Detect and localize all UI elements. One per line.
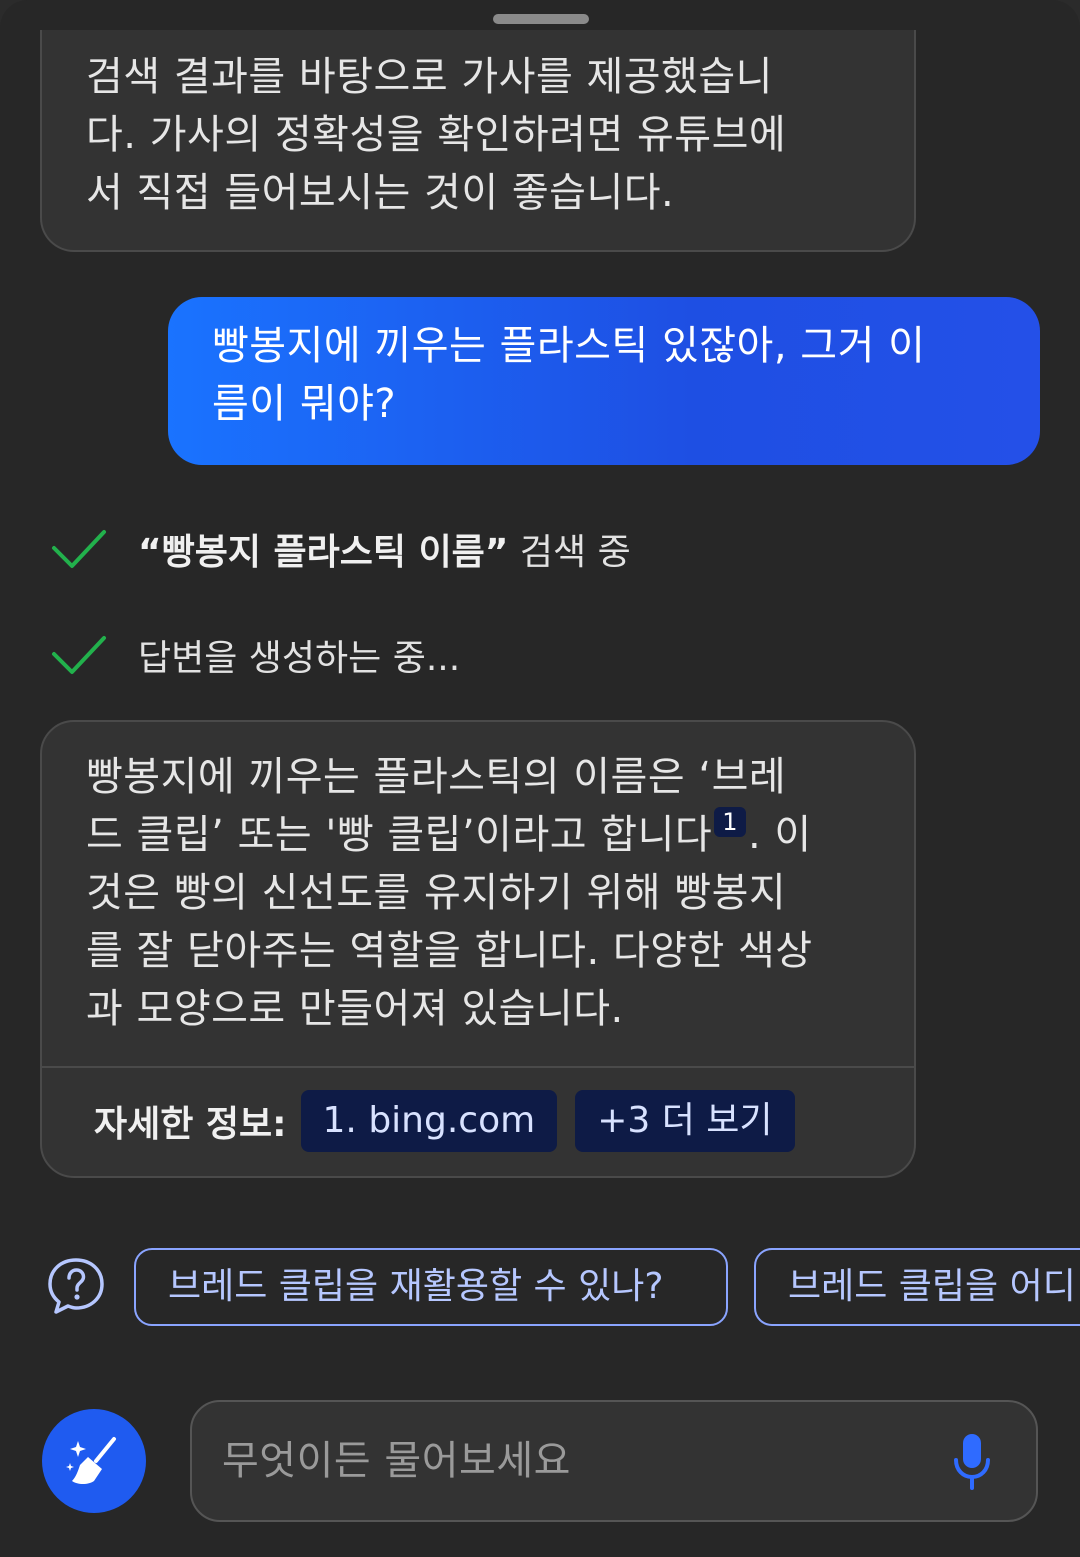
message-line: 서 직접 들어보시는 것이 좋습니다. [86, 170, 675, 216]
check-icon [52, 530, 106, 568]
search-query: “빵봉지 플라스틱 이름” [138, 532, 509, 573]
divider [42, 1066, 914, 1068]
search-status: “빵봉지 플라스틱 이름” 검색 중 [50, 524, 631, 574]
new-topic-button[interactable] [42, 1409, 146, 1513]
bot-answer-message: 빵봉지에 끼우는 플라스틱의 이름은 ‘브레 드 클립’ 또는 '빵 클립’이라… [40, 720, 916, 1178]
message-line: 빵봉지에 끼우는 플라스틱의 이름은 ‘브레 [86, 754, 787, 800]
check-icon [52, 636, 106, 674]
message-line: 다. 가사의 정확성을 확인하려면 유튜브에 [86, 112, 787, 158]
message-line: 과 모양으로 만들어져 있습니다. [86, 986, 624, 1032]
sources-label: 자세한 정보: [94, 1104, 287, 1145]
source-link-bing[interactable]: 1. bing.com [300, 1090, 558, 1152]
broom-sparkle-icon [66, 1437, 116, 1484]
message-line: 빵봉지에 끼우는 플라스틱 있잖아, 그거 이 [212, 323, 926, 369]
user-message: 빵봉지에 끼우는 플라스틱 있잖아, 그거 이 름이 뭐야? [168, 297, 1040, 465]
message-line: 것은 빵의 신선도를 유지하기 위해 빵봉지 [86, 870, 787, 916]
drag-handle[interactable] [493, 14, 589, 24]
message-text: 드 클립’ 또는 '빵 클립’이라고 합니다 [86, 812, 713, 858]
message-line: 드 클립’ 또는 '빵 클립’이라고 합니다 1. 이 [86, 806, 870, 864]
chat-sheet: 검색 결과를 바탕으로 가사를 제공했습니 다. 가사의 정확성을 확인하려면 … [0, 0, 1080, 1557]
suggestion-chip[interactable]: 브레드 클립을 어디 [754, 1248, 1080, 1326]
question-bubble-icon [48, 1258, 104, 1314]
previous-bot-message: 검색 결과를 바탕으로 가사를 제공했습니 다. 가사의 정확성을 확인하려면 … [40, 30, 916, 252]
message-line: 검색 결과를 바탕으로 가사를 제공했습니 [86, 54, 773, 100]
more-sources-button[interactable]: +3 더 보기 [575, 1090, 795, 1152]
message-line: 름이 뭐야? [212, 381, 397, 427]
chat-input-placeholder[interactable]: 무엇이든 물어보세요 [222, 1402, 571, 1520]
generating-status: 답변을 생성하는 중... [50, 630, 460, 680]
search-status-text: 검색 중 [508, 532, 631, 573]
citation-badge[interactable]: 1 [714, 807, 746, 837]
suggestion-chip[interactable]: 브레드 클립을 재활용할 수 있나? [134, 1248, 728, 1326]
answer-body: 빵봉지에 끼우는 플라스틱의 이름은 ‘브레 드 클립’ 또는 '빵 클립’이라… [42, 722, 914, 1064]
message-text: . 이 [747, 812, 812, 858]
microphone-icon[interactable] [952, 1432, 992, 1492]
chat-input-box[interactable]: 무엇이든 물어보세요 [190, 1400, 1038, 1522]
generating-text: 답변을 생성하는 중... [138, 638, 461, 679]
sources-row: 자세한 정보: 1. bing.com +3 더 보기 [94, 1090, 813, 1152]
message-line: 를 잘 닫아주는 역할을 합니다. 다양한 색상 [86, 928, 813, 974]
